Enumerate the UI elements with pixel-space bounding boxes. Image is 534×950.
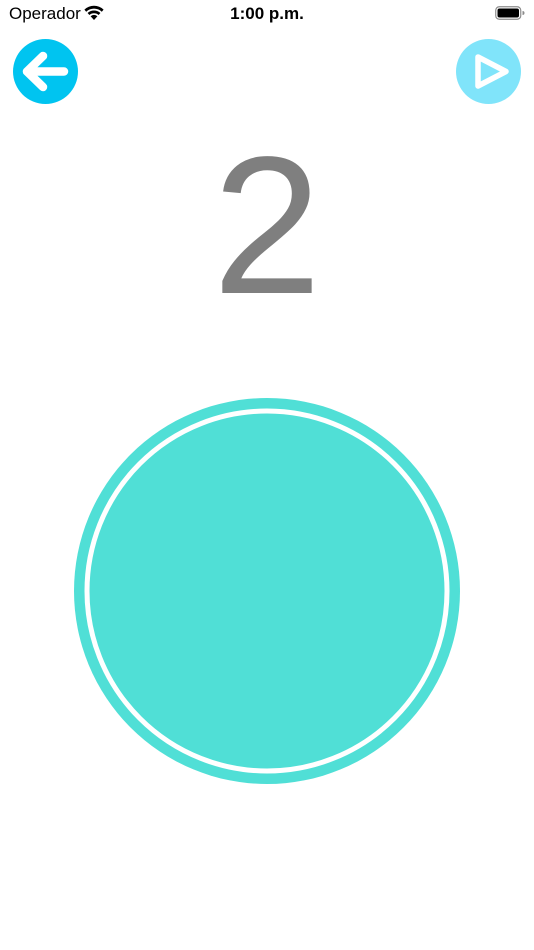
tap-circle-graphic	[74, 398, 460, 784]
battery-icon	[495, 6, 525, 20]
back-button[interactable]	[13, 39, 78, 104]
status-time: 1:00 p.m.	[230, 4, 304, 23]
counter-value: 2	[212, 116, 322, 335]
status-bar: Operador 1:00 p.m.	[0, 0, 534, 30]
play-icon	[475, 54, 509, 89]
tap-circle-button[interactable]	[74, 398, 460, 784]
play-button[interactable]	[456, 39, 521, 104]
arrow-left-icon	[22, 51, 69, 92]
